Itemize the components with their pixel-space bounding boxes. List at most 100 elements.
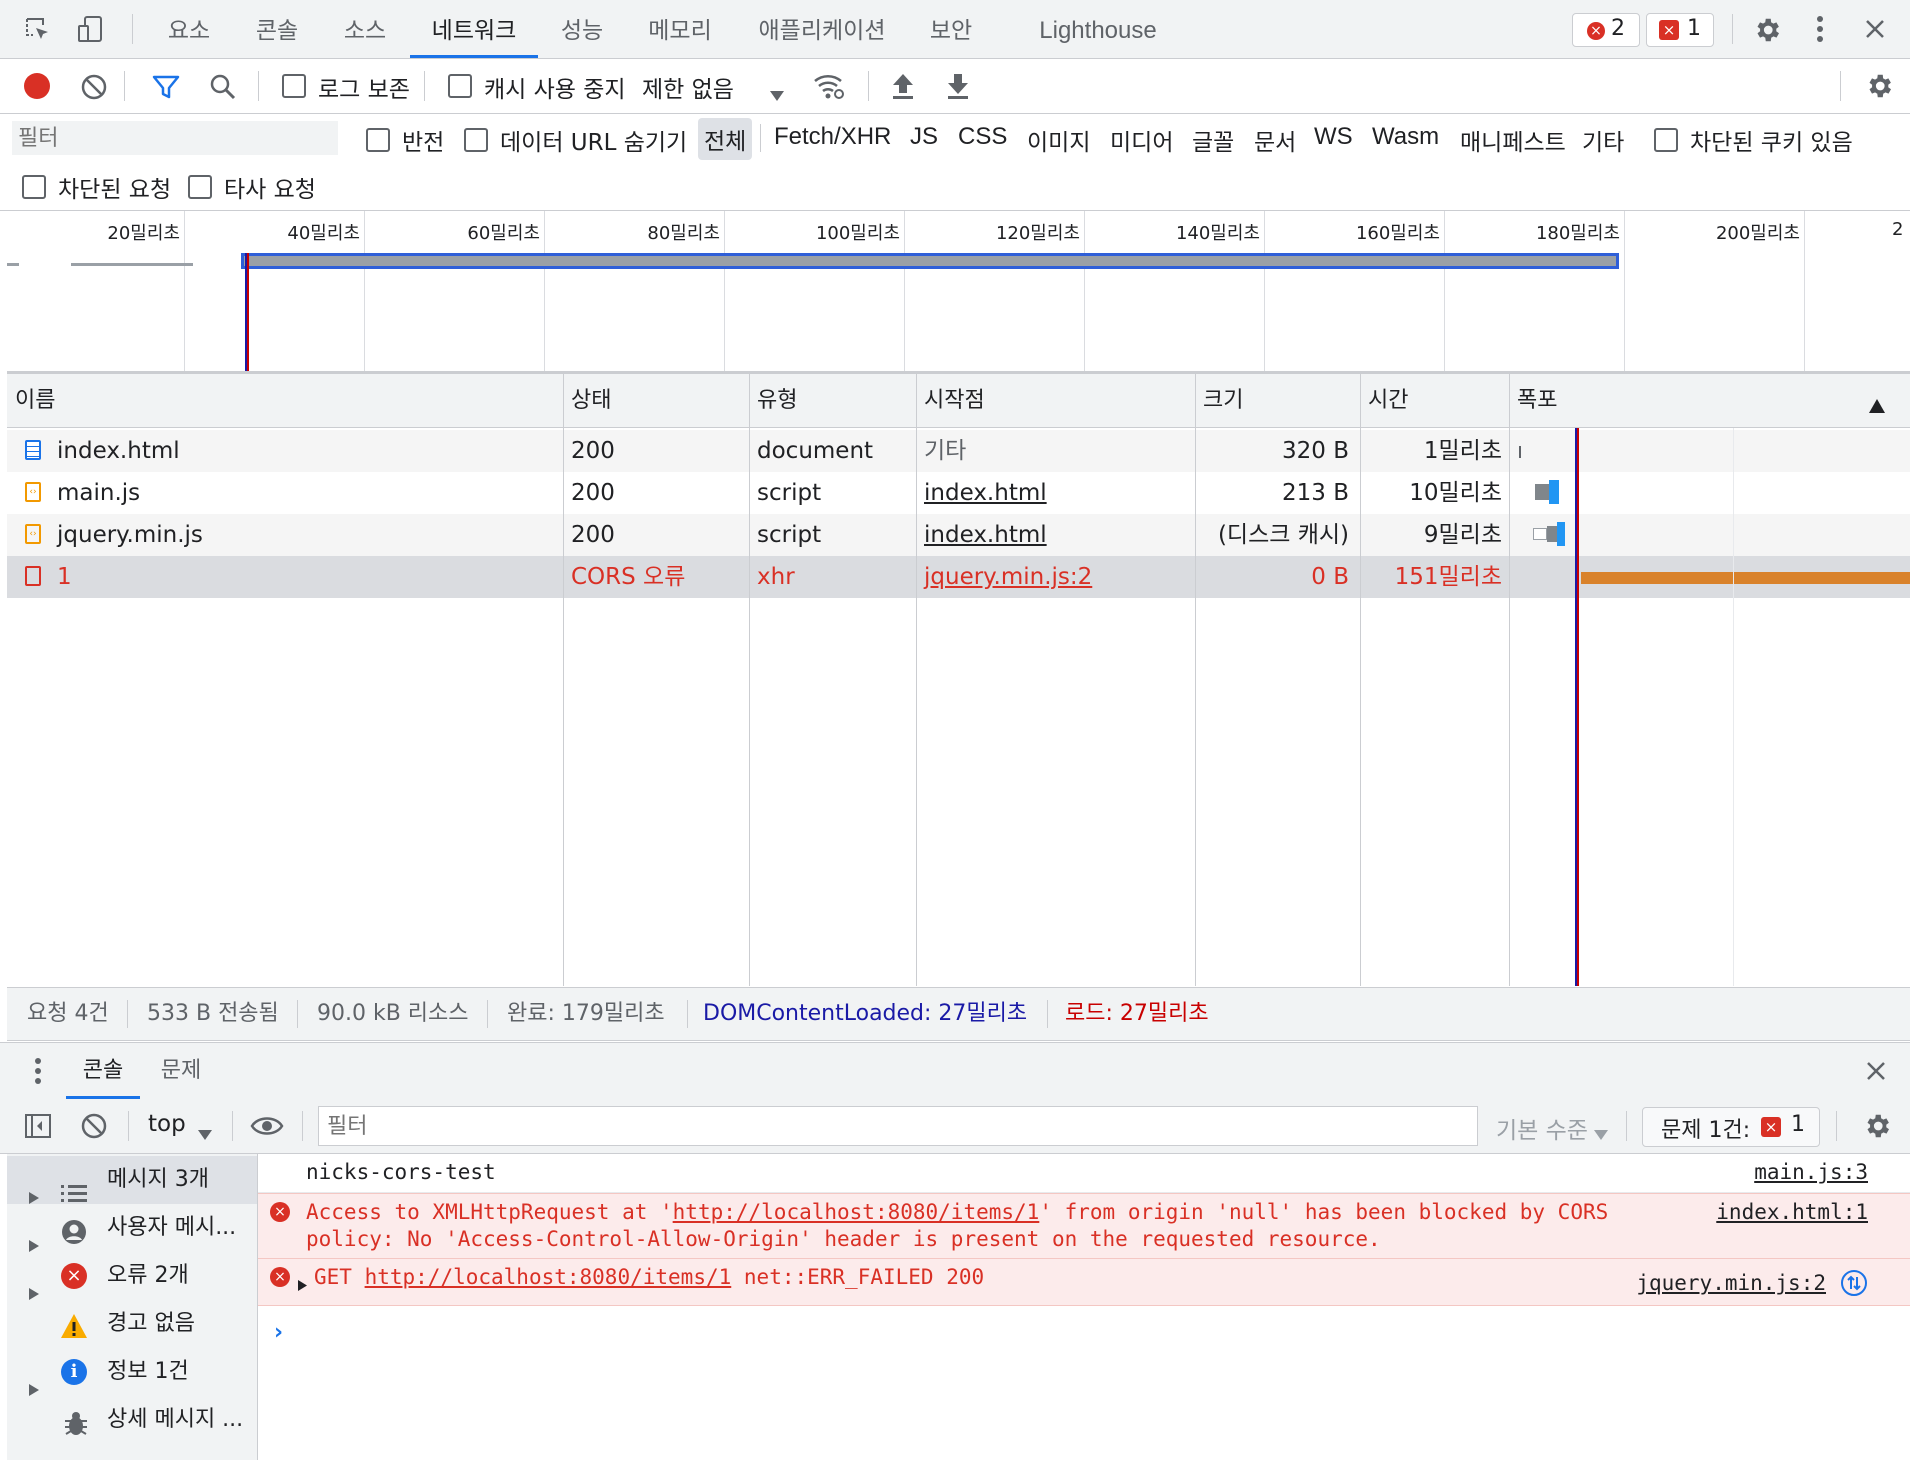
- tab-sources[interactable]: 소스: [334, 0, 396, 58]
- type-filter-media[interactable]: 미디어: [1110, 123, 1173, 157]
- search-icon[interactable]: [209, 73, 237, 107]
- network-filter-input[interactable]: [12, 121, 338, 155]
- levels-dropdown-icon[interactable]: [1594, 1121, 1608, 1146]
- tab-application[interactable]: 애플리케이션: [752, 0, 892, 58]
- sidebar-item-warnings[interactable]: 경고 없음: [7, 1300, 257, 1348]
- log-source-link[interactable]: main.js:3: [1754, 1160, 1868, 1184]
- network-request-icon[interactable]: [1840, 1269, 1868, 1302]
- type-filter-fetch-xhr[interactable]: Fetch/XHR: [774, 123, 891, 151]
- request-name[interactable]: jquery.min.js: [57, 514, 203, 556]
- context-dropdown-icon[interactable]: [198, 1121, 212, 1146]
- tab-elements[interactable]: 요소: [158, 0, 220, 58]
- import-har-icon[interactable]: [890, 71, 916, 107]
- more-options-icon[interactable]: [1815, 14, 1825, 50]
- log-levels-select[interactable]: 기본 수준: [1496, 1111, 1588, 1145]
- blocked-cookies-checkbox[interactable]: [1654, 128, 1678, 152]
- tab-security[interactable]: 보안: [920, 0, 982, 58]
- table-row[interactable]: ‹› jquery.min.js 200 script index.html (…: [7, 514, 1910, 556]
- request-name[interactable]: index.html: [57, 430, 180, 472]
- preserve-log-checkbox[interactable]: [282, 74, 306, 98]
- tab-performance[interactable]: 성능: [552, 0, 612, 58]
- type-filter-doc[interactable]: 문서: [1254, 123, 1296, 157]
- export-har-icon[interactable]: [945, 71, 971, 107]
- issues-button[interactable]: 문제 1건: × 1: [1642, 1107, 1820, 1147]
- error-url-link[interactable]: http://localhost:8080/items/1: [673, 1200, 1040, 1224]
- type-filter-ws[interactable]: WS: [1314, 123, 1353, 151]
- col-header-time[interactable]: 시간: [1360, 374, 1509, 428]
- type-filter-other[interactable]: 기타: [1582, 123, 1624, 157]
- type-filter-wasm[interactable]: Wasm: [1372, 123, 1439, 151]
- live-expression-eye-icon[interactable]: [250, 1114, 284, 1144]
- dropdown-arrow-icon[interactable]: [770, 82, 784, 107]
- col-header-size[interactable]: 크기: [1195, 374, 1360, 428]
- sidebar-item-messages[interactable]: 메시지 3개: [7, 1156, 257, 1204]
- table-row[interactable]: ‹› main.js 200 script index.html 213 B 1…: [7, 472, 1910, 514]
- type-filter-js[interactable]: JS: [910, 123, 938, 151]
- clear-icon[interactable]: [80, 73, 108, 107]
- request-name[interactable]: main.js: [57, 472, 140, 514]
- blocked-requests-checkbox[interactable]: [22, 175, 46, 199]
- network-overview[interactable]: 20밀리초 40밀리초 60밀리초 80밀리초 100밀리초 120밀리초 14…: [7, 211, 1910, 374]
- request-name[interactable]: 1: [57, 556, 72, 598]
- overview-tick-label: 180밀리초: [1535, 223, 1620, 244]
- sidebar-item-errors[interactable]: × 오류 2개: [7, 1252, 257, 1300]
- col-header-initiator[interactable]: 시작점: [916, 374, 1195, 428]
- filter-funnel-icon[interactable]: [151, 73, 181, 107]
- disable-cache-checkbox[interactable]: [448, 74, 472, 98]
- hide-data-urls-checkbox[interactable]: [464, 128, 488, 152]
- network-error-source-link[interactable]: jquery.min.js:2: [1636, 1271, 1826, 1295]
- console-error-message[interactable]: × GET http://localhost:8080/items/1 net:…: [258, 1259, 1910, 1306]
- tab-memory[interactable]: 메모리: [640, 0, 720, 58]
- drawer-tab-issues[interactable]: 문제: [150, 1043, 212, 1099]
- request-initiator-link[interactable]: index.html: [924, 514, 1047, 556]
- error-source-link[interactable]: index.html:1: [1716, 1200, 1868, 1224]
- console-prompt-icon[interactable]: ›: [274, 1320, 283, 1345]
- table-row-error[interactable]: 1 CORS 오류 xhr jquery.min.js:2 0 B 151밀리초: [7, 556, 1910, 598]
- network-settings-gear-icon[interactable]: [1864, 71, 1894, 107]
- type-filter-css[interactable]: CSS: [958, 123, 1007, 151]
- issues-count-badge[interactable]: × 1: [1646, 13, 1714, 47]
- type-filter-font[interactable]: 글꼴: [1192, 123, 1234, 157]
- sidebar-item-label: 사용자 메시...: [107, 1215, 237, 1240]
- drawer-menu-icon[interactable]: [34, 1057, 42, 1091]
- throttling-select[interactable]: 제한 없음: [642, 70, 734, 104]
- settings-gear-icon[interactable]: [1752, 15, 1782, 51]
- sidebar-toggle-icon[interactable]: [24, 1113, 52, 1145]
- console-log-message[interactable]: nicks-cors-test main.js:3: [258, 1154, 1910, 1193]
- expand-arrow-icon[interactable]: [298, 1272, 307, 1296]
- inspect-element-icon[interactable]: [24, 16, 52, 50]
- record-button[interactable]: [24, 73, 50, 99]
- sort-ascending-icon[interactable]: [1869, 394, 1885, 419]
- third-party-checkbox[interactable]: [188, 175, 212, 199]
- tab-lighthouse[interactable]: Lighthouse: [1030, 0, 1166, 58]
- context-selector[interactable]: top: [148, 1111, 186, 1137]
- network-error-url-link[interactable]: http://localhost:8080/items/1: [365, 1265, 732, 1289]
- col-header-type[interactable]: 유형: [749, 374, 916, 428]
- sidebar-item-verbose[interactable]: 상세 메시지 ...: [7, 1396, 257, 1444]
- console-filter-input[interactable]: [318, 1106, 1478, 1146]
- device-toolbar-icon[interactable]: [76, 14, 106, 50]
- request-initiator-link[interactable]: jquery.min.js:2: [924, 556, 1092, 598]
- close-devtools-icon[interactable]: [1864, 18, 1886, 46]
- request-initiator-link[interactable]: index.html: [924, 472, 1047, 514]
- network-conditions-icon[interactable]: [812, 71, 846, 107]
- invert-checkbox[interactable]: [366, 128, 390, 152]
- console-error-message[interactable]: × Access to XMLHttpRequest at 'http://lo…: [258, 1193, 1910, 1259]
- sidebar-item-user-messages[interactable]: 사용자 메시...: [7, 1204, 257, 1252]
- table-row[interactable]: index.html 200 document 기타 320 B 1밀리초: [7, 430, 1910, 472]
- type-filter-all[interactable]: 전체: [698, 118, 753, 160]
- type-filter-image[interactable]: 이미지: [1027, 123, 1090, 157]
- tab-console[interactable]: 콘솔: [246, 0, 308, 58]
- drawer-tab-console[interactable]: 콘솔: [66, 1043, 140, 1099]
- sidebar-item-info[interactable]: i 정보 1건: [7, 1348, 257, 1396]
- col-header-name[interactable]: 이름: [7, 374, 563, 428]
- col-header-waterfall[interactable]: 폭포: [1509, 374, 1910, 428]
- console-settings-gear-icon[interactable]: [1862, 1111, 1892, 1147]
- type-filter-manifest[interactable]: 매니페스트: [1460, 123, 1566, 157]
- clear-console-icon[interactable]: [80, 1112, 108, 1146]
- error-count-badge[interactable]: × 2: [1572, 13, 1640, 47]
- col-header-status[interactable]: 상태: [563, 374, 749, 428]
- tab-network[interactable]: 네트워크: [410, 0, 538, 58]
- request-method: GET: [314, 1265, 352, 1289]
- close-drawer-icon[interactable]: [1866, 1061, 1886, 1087]
